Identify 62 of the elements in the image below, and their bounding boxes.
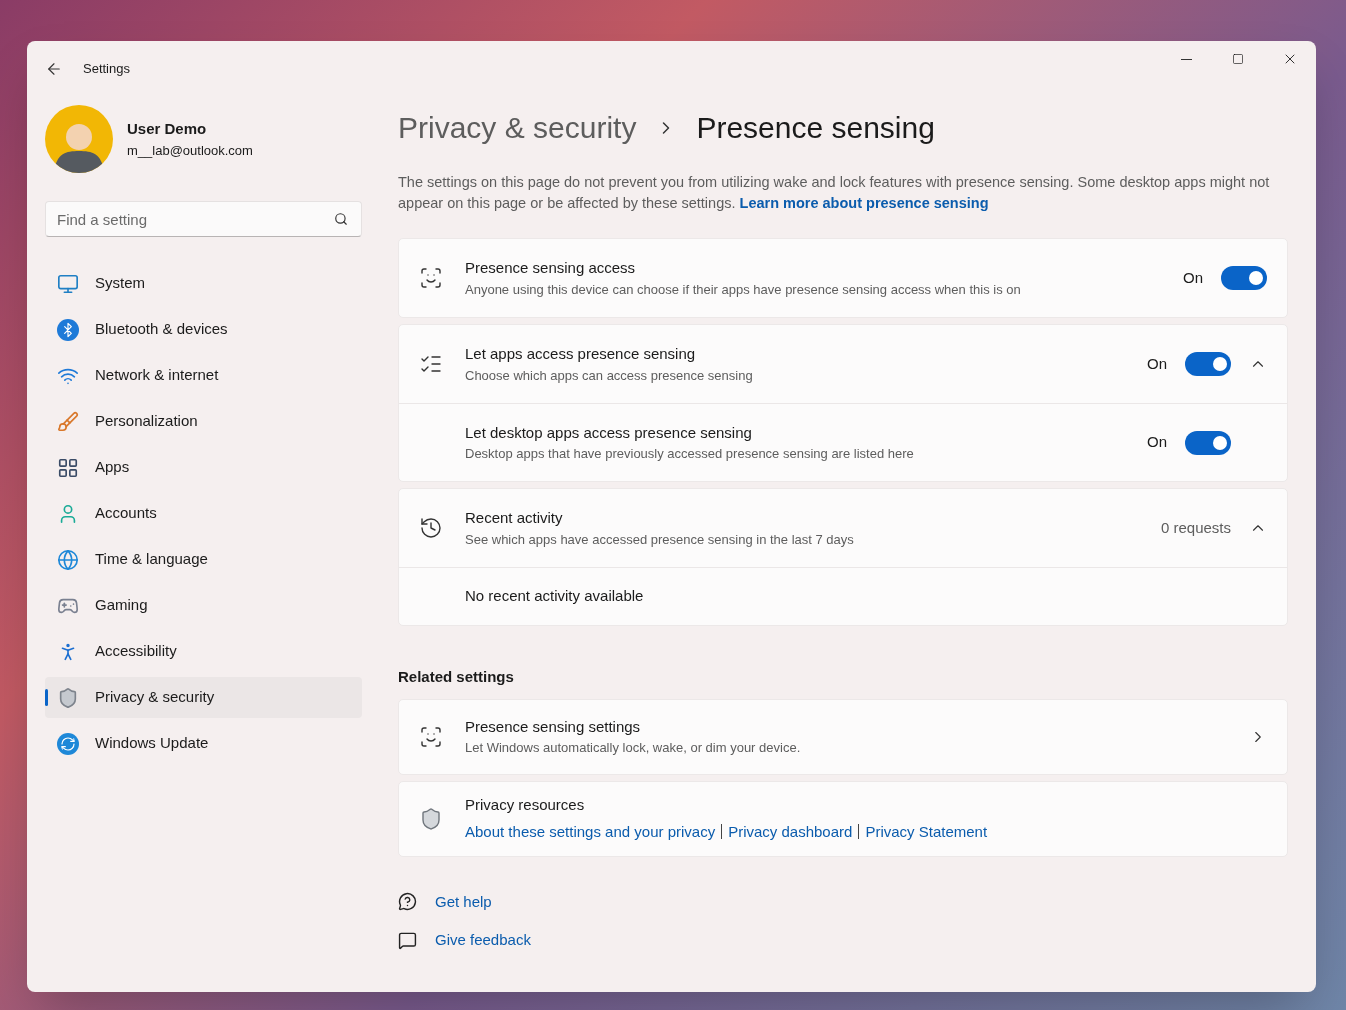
- setting-title: Let apps access presence sensing: [465, 344, 697, 364]
- nav-item[interactable]: Network & internet: [45, 355, 362, 396]
- setting-title: Presence sensing access: [465, 258, 637, 278]
- nav-item[interactable]: Gaming: [45, 585, 362, 626]
- bluetooth-icon: [57, 318, 79, 341]
- setting-description: See which apps have accessed presence sensing in the last 7 days: [465, 530, 855, 549]
- learn-more-link[interactable]: Learn more about presence sensing: [739, 195, 989, 211]
- toggle-switch[interactable]: [1185, 352, 1231, 376]
- setting-description: Anyone using this device can choose if their apps have presence sensing access when this is on: [465, 280, 1022, 299]
- footer-link[interactable]: Give feedback: [435, 929, 531, 952]
- shield-icon: [419, 806, 443, 831]
- toggle-state-label: On: [1147, 432, 1167, 453]
- window-title: Settings: [83, 60, 130, 79]
- toggle-state-label: On: [1183, 267, 1203, 288]
- toggle-switch[interactable]: [1221, 266, 1267, 290]
- user-email: m__lab@outlook.com: [127, 141, 253, 160]
- nav-item[interactable]: System: [45, 263, 362, 304]
- settings-card[interactable]: Presence sensing settings Let Windows automatically lock, wake, or dim your device.: [398, 698, 1288, 775]
- back-icon[interactable]: [45, 60, 63, 78]
- user-name: User Demo: [127, 119, 208, 139]
- minimize-icon: [1180, 58, 1192, 60]
- monitor-icon: [57, 272, 79, 295]
- page-title: Presence sensing: [696, 110, 935, 146]
- presence-icon: [419, 266, 443, 290]
- setting-description: Let Windows automatically lock, wake, or dim your device.: [465, 739, 802, 757]
- help-icon: [398, 892, 417, 912]
- nav-item[interactable]: Windows Update: [45, 723, 362, 764]
- search-icon: [334, 212, 348, 226]
- setting-description: Choose which apps can access presence sensing: [465, 366, 754, 385]
- privacy-link[interactable]: About these settings and your privacy: [465, 820, 716, 843]
- toggle-switch[interactable]: [1185, 430, 1231, 455]
- footer-link[interactable]: Get help: [435, 890, 492, 913]
- brush-icon: [57, 410, 79, 433]
- nav-item[interactable]: Accessibility: [45, 631, 362, 672]
- setting-title: Recent activity: [465, 508, 564, 528]
- privacy-link[interactable]: Privacy Statement: [865, 820, 988, 843]
- page-description: The settings on this page do not prevent you from utilizing wake and lock features with presence sensing. Some desktop apps might not appear on this page or be affected by these settings. Learn more about presence sensing: [398, 173, 1271, 213]
- toggle-state-label: On: [1147, 353, 1167, 374]
- search-field[interactable]: Find a setting: [45, 201, 362, 237]
- setting-title: Privacy resources: [465, 795, 586, 815]
- privacy-link[interactable]: Privacy dashboard: [728, 820, 853, 843]
- nav-item[interactable]: Apps: [45, 447, 362, 488]
- presence-icon: [419, 724, 443, 749]
- setting-title: No recent activity available: [465, 586, 645, 607]
- setting-description: Desktop apps that have previously accessed presence sensing are listed here: [465, 445, 915, 463]
- nav-item[interactable]: Time & language: [45, 539, 362, 580]
- nav-item[interactable]: Bluetooth & devices: [45, 309, 362, 350]
- shield-icon: [57, 686, 79, 709]
- breadcrumb-parent[interactable]: Privacy & security: [398, 105, 637, 150]
- request-count: 0 requests: [1160, 517, 1231, 538]
- globe-icon: [57, 548, 79, 571]
- feedback-icon: [398, 930, 417, 950]
- history-icon: [419, 516, 443, 540]
- setting-title: Presence sensing settings: [465, 716, 642, 737]
- nav-item[interactable]: Privacy & security: [45, 677, 362, 718]
- nav-item[interactable]: Accounts: [45, 493, 362, 534]
- setting-title: Let desktop apps access presence sensing: [465, 422, 753, 443]
- maximize-icon: [1232, 53, 1244, 65]
- apps-icon: [57, 456, 79, 479]
- section-heading: Related settings: [398, 667, 515, 687]
- update-icon: [57, 732, 79, 755]
- nav-item[interactable]: Personalization: [45, 401, 362, 442]
